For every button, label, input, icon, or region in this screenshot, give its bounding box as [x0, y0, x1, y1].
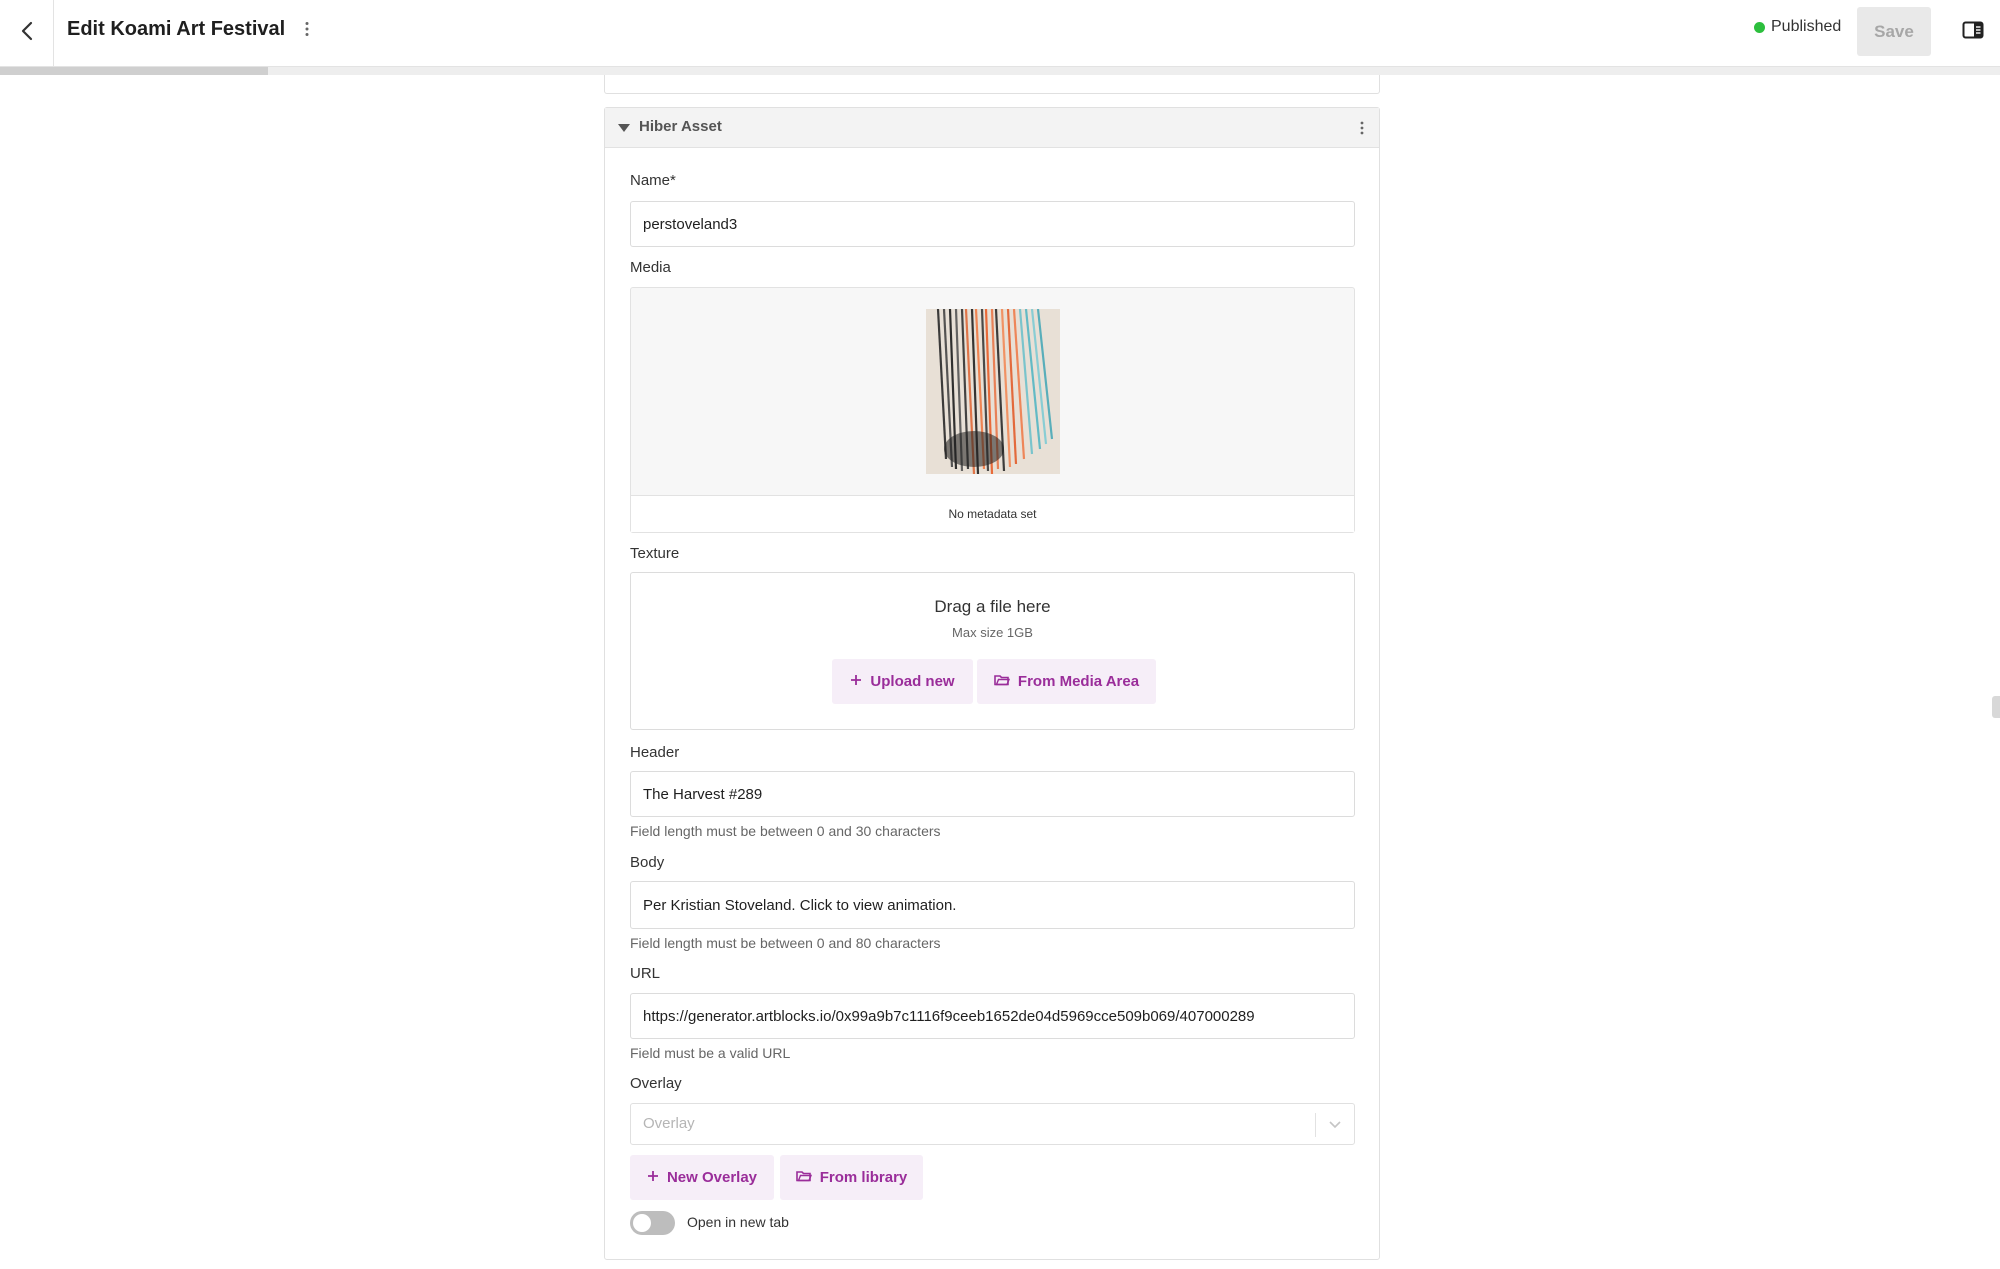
from-media-area-button[interactable]: From Media Area	[977, 659, 1156, 704]
kebab-menu-icon	[1360, 121, 1364, 135]
card-menu-button[interactable]	[1353, 118, 1371, 138]
folder-icon	[795, 1169, 812, 1186]
publish-status: Published	[1754, 18, 1841, 36]
body-helper: Field length must be between 0 and 80 ch…	[630, 935, 941, 951]
url-label: URL	[630, 965, 661, 982]
header-label: Header	[630, 744, 680, 761]
title-menu-button[interactable]	[298, 19, 316, 43]
save-button[interactable]: Save	[1857, 7, 1931, 56]
name-label: Name*	[630, 172, 676, 189]
sidebar-panel-icon	[1962, 21, 1984, 44]
artwork-thumbnail[interactable]	[926, 308, 1060, 475]
drop-size-limit: Max size 1GB	[952, 625, 1033, 640]
media-preview: No metadata set	[630, 287, 1355, 533]
from-library-label: From library	[819, 1169, 908, 1186]
progress-bar	[0, 67, 2000, 75]
texture-label: Texture	[630, 545, 680, 562]
select-divider	[1315, 1113, 1316, 1137]
chevron-left-icon	[20, 20, 34, 47]
progress-fill	[0, 67, 268, 75]
back-button[interactable]	[0, 0, 54, 66]
card-title: Hiber Asset	[639, 118, 722, 135]
header-helper: Field length must be between 0 and 30 ch…	[630, 823, 941, 839]
media-label: Media	[630, 259, 671, 276]
status-text: Published	[1771, 18, 1842, 35]
drop-title: Drag a file here	[934, 597, 1051, 616]
texture-dropzone[interactable]: Drag a file here Max size 1GB Upload new…	[630, 572, 1355, 730]
plus-icon	[647, 1169, 659, 1186]
url-helper: Field must be a valid URL	[630, 1045, 791, 1061]
overlay-label: Overlay	[630, 1075, 682, 1092]
status-dot	[1754, 21, 1765, 33]
hiber-asset-card: Hiber Asset Name* Media	[604, 107, 1380, 1260]
previous-card-edge	[604, 75, 1380, 94]
body-input[interactable]	[630, 881, 1355, 929]
upload-new-label: Upload new	[870, 673, 955, 690]
from-media-area-label: From Media Area	[1017, 673, 1140, 690]
kebab-menu-icon	[305, 21, 309, 42]
overlay-placeholder: Overlay	[643, 1115, 695, 1132]
media-metadata: No metadata set	[631, 495, 1354, 532]
header-input[interactable]	[630, 771, 1355, 817]
open-new-tab-toggle[interactable]	[630, 1211, 675, 1235]
chevron-down-icon[interactable]	[1326, 1116, 1344, 1134]
page-title: Edit Koami Art Festival	[67, 18, 286, 40]
overlay-select[interactable]: Overlay	[630, 1103, 1355, 1145]
url-input[interactable]	[630, 993, 1355, 1039]
upload-new-button[interactable]: Upload new	[832, 659, 973, 704]
new-overlay-label: New Overlay	[666, 1169, 758, 1186]
caret-down-icon[interactable]	[617, 121, 631, 135]
open-new-tab-label: Open in new tab	[687, 1214, 789, 1230]
from-library-button[interactable]: From library	[780, 1155, 923, 1200]
name-input[interactable]	[630, 201, 1355, 247]
scrollbar-thumb[interactable]	[1992, 696, 2000, 718]
body-label: Body	[630, 854, 665, 871]
top-bar: Edit Koami Art Festival Published Save	[0, 0, 2000, 67]
plus-icon	[850, 673, 862, 690]
toggle-knob	[633, 1214, 651, 1232]
panel-toggle-button[interactable]	[1958, 18, 1988, 46]
new-overlay-button[interactable]: New Overlay	[630, 1155, 774, 1200]
card-header[interactable]: Hiber Asset	[605, 108, 1379, 148]
folder-icon	[994, 673, 1010, 690]
